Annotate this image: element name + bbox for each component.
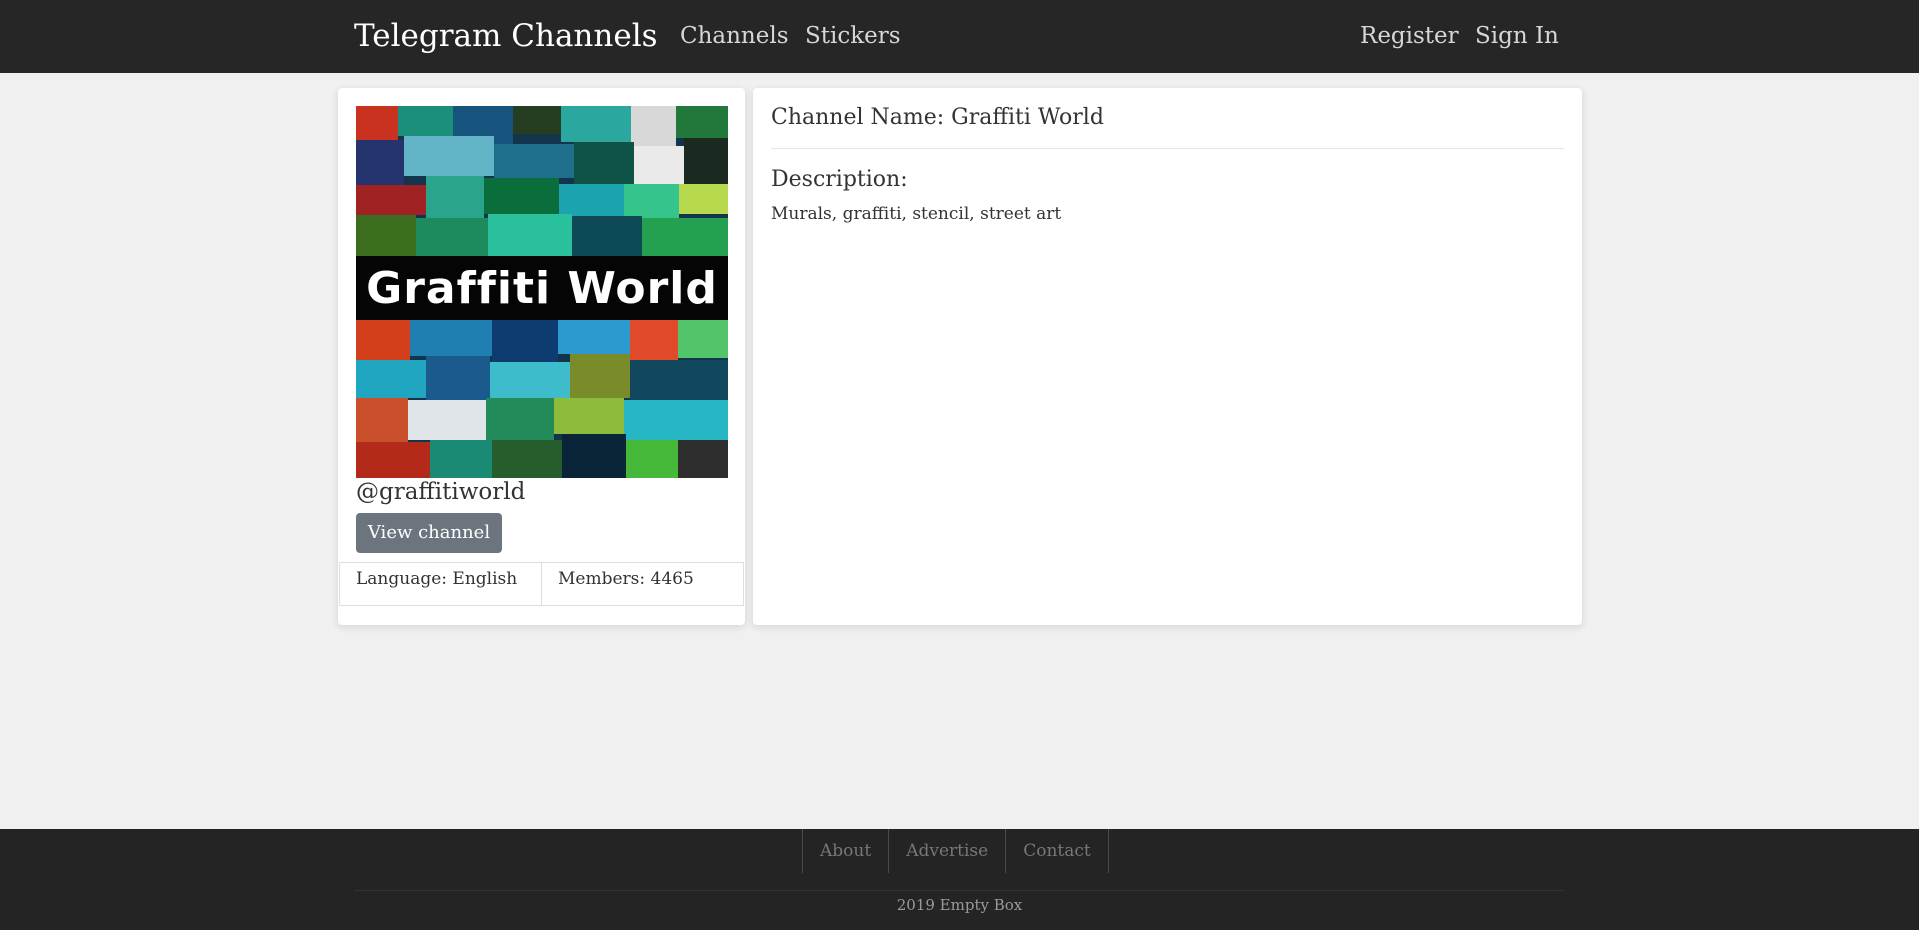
footer: About Advertise Contact 2019 Empty Box [0, 829, 1919, 930]
brand-link[interactable]: Telegram Channels [354, 17, 658, 55]
register-link[interactable]: Register [1360, 21, 1459, 51]
channel-stats: Language: English Members: 4465 [339, 562, 744, 606]
description-text: Murals, graffiti, stencil, street art [771, 204, 1062, 224]
top-navbar: Telegram Channels Channels Stickers Regi… [0, 0, 1919, 73]
nav-channels-link[interactable]: Channels [680, 21, 789, 51]
copyright-text: 2019 Empty Box [896, 896, 1023, 914]
graffiti-logo-text: Graffiti World [356, 256, 728, 320]
channel-name-heading: Channel Name: Graffiti World [771, 105, 1104, 130]
channel-card: Graffiti World @graffitiworld View chann… [338, 88, 745, 625]
sign-in-link[interactable]: Sign In [1475, 21, 1559, 51]
channel-image: Graffiti World [356, 106, 728, 478]
nav-stickers-link[interactable]: Stickers [805, 21, 901, 51]
footer-contact-link[interactable]: Contact [1005, 829, 1109, 873]
footer-divider [354, 890, 1565, 891]
details-divider [771, 148, 1564, 149]
footer-advertise-link[interactable]: Advertise [888, 829, 1005, 873]
members-stat: Members: 4465 [541, 563, 743, 605]
channel-details-card: Channel Name: Graffiti World Description… [753, 88, 1582, 625]
footer-about-link[interactable]: About [802, 829, 888, 873]
language-stat: Language: English [356, 569, 518, 589]
footer-nav: About Advertise Contact [802, 829, 1109, 873]
view-channel-button[interactable]: View channel [356, 513, 502, 553]
description-heading: Description: [771, 167, 908, 192]
channel-handle: @graffitiworld [356, 479, 526, 505]
